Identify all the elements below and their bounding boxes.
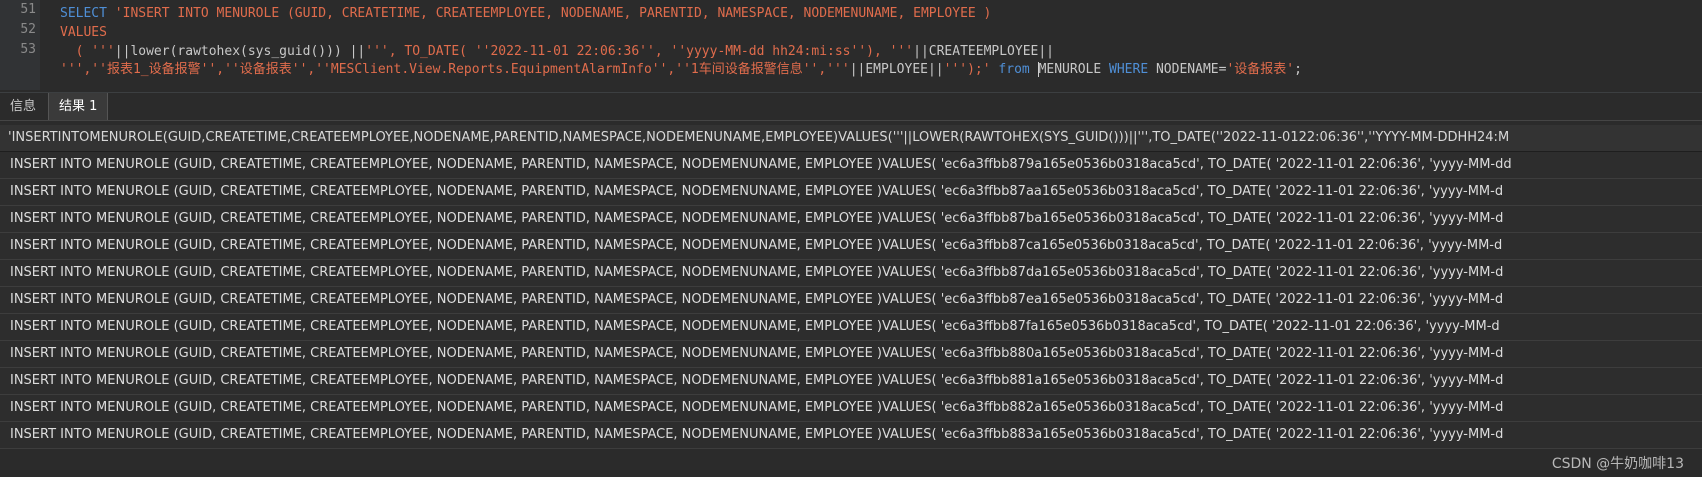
line-number: 53 (20, 42, 36, 57)
sql-column-name: NODENAME= (1155, 62, 1227, 77)
sql-string: ''');' (943, 62, 999, 77)
sql-expression: ||EMPLOYEE|| (849, 62, 944, 77)
tab-result-1[interactable]: 结果 1 (48, 93, 109, 120)
result-grid[interactable]: 'INSERTINTOMENUROLE(GUID,CREATETIME,CREA… (0, 125, 1702, 477)
table-row[interactable]: INSERT INTO MENUROLE (GUID, CREATETIME, … (0, 422, 1702, 449)
table-row[interactable]: INSERT INTO MENUROLE (GUID, CREATETIME, … (0, 341, 1702, 368)
table-row[interactable]: INSERT INTO MENUROLE (GUID, CREATETIME, … (0, 287, 1702, 314)
table-row[interactable]: INSERT INTO MENUROLE (GUID, CREATETIME, … (0, 395, 1702, 422)
code-line[interactable]: ( '''||lower(rawtohex(sys_guid())) ||'''… (60, 42, 1054, 62)
table-row[interactable]: INSERT INTO MENUROLE (GUID, CREATETIME, … (0, 260, 1702, 287)
code-line[interactable]: ''',''报表1_设备报警'',''设备报表'',''MESClient.Vi… (60, 60, 1302, 80)
result-tab-bar: 信息 结果 1 (0, 92, 1702, 121)
sql-string: '设备报表' (1226, 62, 1295, 77)
sql-semicolon: ; (1294, 62, 1302, 77)
sql-string: ( ''' (60, 44, 115, 59)
sql-string: ''', TO_DATE( ''2022-11-01 22:06:36'', '… (365, 44, 914, 59)
sql-keyword-from: from (998, 62, 1038, 77)
watermark: CSDN @牛奶咖啡13 (1547, 453, 1688, 473)
table-row[interactable]: INSERT INTO MENUROLE (GUID, CREATETIME, … (0, 314, 1702, 341)
sql-table-name: MENUROLE (1038, 62, 1110, 77)
table-row[interactable]: INSERT INTO MENUROLE (GUID, CREATETIME, … (0, 152, 1702, 179)
table-row[interactable]: INSERT INTO MENUROLE (GUID, CREATETIME, … (0, 206, 1702, 233)
sql-string: VALUES (60, 25, 107, 40)
line-number: 52 (20, 22, 36, 37)
line-number: 51 (20, 2, 36, 17)
sql-expression: ||lower(rawtohex(sys_guid())) || (114, 44, 366, 59)
sql-string: 'INSERT INTO MENUROLE (GUID, CREATETIME,… (114, 6, 992, 21)
tab-info[interactable]: 信息 (0, 93, 46, 120)
table-row[interactable]: INSERT INTO MENUROLE (GUID, CREATETIME, … (0, 368, 1702, 395)
code-line[interactable]: VALUES (60, 23, 107, 43)
result-rows: INSERT INTO MENUROLE (GUID, CREATETIME, … (0, 152, 1702, 449)
code-line[interactable]: SELECT 'INSERT INTO MENUROLE (GUID, CREA… (60, 4, 991, 24)
column-header[interactable]: 'INSERTINTOMENUROLE(GUID,CREATETIME,CREA… (0, 125, 1702, 152)
sql-expression: ||CREATEEMPLOYEE|| (913, 44, 1055, 59)
line-number-gutter: 51 52 53 (0, 0, 40, 90)
sql-keyword-where: WHERE (1109, 62, 1156, 77)
table-row[interactable]: INSERT INTO MENUROLE (GUID, CREATETIME, … (0, 179, 1702, 206)
table-row[interactable]: INSERT INTO MENUROLE (GUID, CREATETIME, … (0, 233, 1702, 260)
sql-editor[interactable]: 51 52 53 SELECT 'INSERT INTO MENUROLE (G… (0, 0, 1702, 90)
sql-keyword: SELECT (60, 6, 115, 21)
sql-string: ''',''报表1_设备报警'',''设备报表'',''MESClient.Vi… (60, 62, 850, 77)
